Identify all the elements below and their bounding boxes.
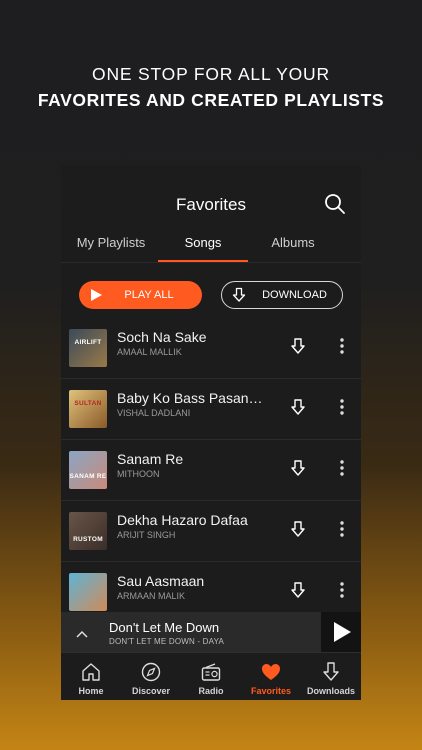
- song-artist: ARIJIT SINGH: [117, 530, 176, 540]
- radio-icon: [200, 661, 222, 683]
- now-playing-title: Don't Let Me Down: [109, 620, 220, 635]
- album-art: RUSTOM: [69, 512, 107, 550]
- more-options-icon[interactable]: [335, 336, 349, 356]
- song-title: Soch Na Sake: [117, 329, 207, 345]
- search-icon[interactable]: [323, 192, 347, 216]
- song-row[interactable]: AIRLIFT Soch Na Sake AMAAL MALLIK: [61, 318, 361, 379]
- album-art: SULTAN: [69, 390, 107, 428]
- now-playing-subtitle: DON'T LET ME DOWN - DAYA: [109, 637, 225, 646]
- download-all-label: DOWNLOAD: [262, 289, 327, 301]
- album-art-text: SULTAN: [74, 400, 102, 407]
- tab-albums[interactable]: Albums: [247, 235, 339, 250]
- nav-discover[interactable]: Discover: [121, 653, 181, 700]
- nav-label: Discover: [131, 686, 171, 696]
- download-icon: [231, 287, 247, 303]
- song-artist: MITHOON: [117, 469, 160, 479]
- album-art-text: RUSTOM: [73, 536, 103, 543]
- tab-bar: My Playlists Songs Albums: [61, 227, 361, 263]
- song-artist: AMAAL MALLIK: [117, 347, 182, 357]
- song-title: Sanam Re: [117, 451, 184, 467]
- promo-headline-line1: ONE STOP FOR ALL YOUR: [92, 64, 330, 84]
- download-icon[interactable]: [288, 519, 308, 539]
- header: Favorites: [61, 165, 361, 227]
- song-row[interactable]: RUSTOM Dekha Hazaro Dafaa ARIJIT SINGH: [61, 501, 361, 562]
- download-icon[interactable]: [288, 397, 308, 417]
- nav-label: Favorites: [250, 686, 292, 696]
- download-icon[interactable]: [288, 580, 308, 600]
- nav-favorites[interactable]: Favorites: [241, 653, 301, 700]
- album-art: AIRLIFT: [69, 329, 107, 367]
- download-icon: [320, 661, 342, 683]
- tab-songs[interactable]: Songs: [157, 235, 249, 250]
- play-all-button[interactable]: PLAY ALL: [79, 281, 202, 309]
- app-screen: Favorites My Playlists Songs Albums PLAY…: [61, 165, 361, 700]
- mini-player[interactable]: Don't Let Me Down DON'T LET ME DOWN - DA…: [61, 612, 361, 652]
- download-icon[interactable]: [288, 336, 308, 356]
- nav-label: Home: [78, 686, 104, 696]
- song-artist: ARMAAN MALIK: [117, 591, 186, 601]
- download-all-button[interactable]: DOWNLOAD: [221, 281, 343, 309]
- song-title: Sau Aasmaan: [117, 573, 205, 589]
- nav-downloads[interactable]: Downloads: [301, 653, 361, 700]
- promo-headline-line2: FAVORITES AND CREATED PLAYLISTS: [37, 90, 385, 110]
- more-options-icon[interactable]: [335, 397, 349, 417]
- play-all-label: PLAY ALL: [124, 289, 174, 301]
- nav-home[interactable]: Home: [61, 653, 121, 700]
- bottom-nav: Home Discover Radio Favorites Downloads: [61, 652, 361, 700]
- active-tab-indicator: [158, 260, 248, 262]
- more-options-icon[interactable]: [335, 580, 349, 600]
- heart-icon: [260, 661, 282, 683]
- song-row[interactable]: SANAM RE Sanam Re MITHOON: [61, 440, 361, 501]
- album-art-text: AIRLIFT: [74, 339, 102, 346]
- page-title: Favorites: [176, 195, 246, 214]
- song-title: Dekha Hazaro Dafaa: [117, 512, 248, 528]
- song-row[interactable]: SULTAN Baby Ko Bass Pasan… VISHAL DADLAN…: [61, 379, 361, 440]
- play-icon: [89, 288, 103, 302]
- album-art-text: SANAM RE: [69, 473, 107, 480]
- nav-label: Radio: [198, 686, 224, 696]
- compass-icon: [140, 661, 162, 683]
- album-art: SANAM RE: [69, 451, 107, 489]
- nav-label: Downloads: [306, 686, 355, 696]
- home-icon: [80, 661, 102, 683]
- song-artist: VISHAL DADLANI: [117, 408, 191, 418]
- download-icon[interactable]: [288, 458, 308, 478]
- play-button[interactable]: [321, 612, 361, 652]
- more-options-icon[interactable]: [335, 519, 349, 539]
- nav-radio[interactable]: Radio: [181, 653, 241, 700]
- more-options-icon[interactable]: [335, 458, 349, 478]
- chevron-up-icon[interactable]: [75, 626, 89, 638]
- song-title: Baby Ko Bass Pasan…: [117, 390, 263, 406]
- album-art: [69, 573, 107, 611]
- tab-my-playlists[interactable]: My Playlists: [65, 235, 157, 250]
